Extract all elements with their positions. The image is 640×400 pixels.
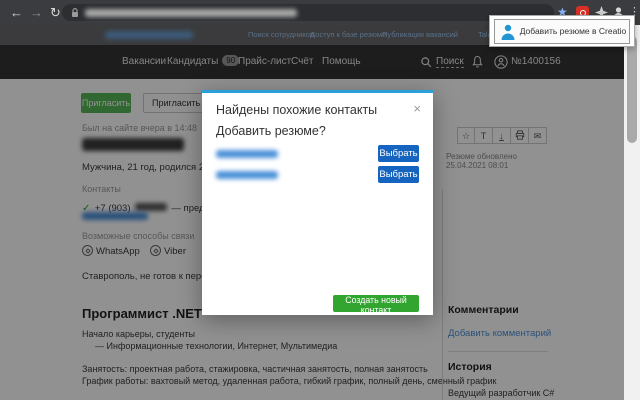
address-bar[interactable] bbox=[62, 4, 554, 21]
contact-link-redacted[interactable] bbox=[216, 171, 278, 179]
create-new-contact-button[interactable]: Создать новый контакт bbox=[333, 295, 419, 315]
modal-question: Добавить резюме? bbox=[216, 124, 326, 138]
scrollbar-thumb[interactable] bbox=[627, 36, 637, 143]
refresh-icon[interactable]: ↻ bbox=[50, 0, 61, 25]
contact-link-redacted[interactable] bbox=[216, 150, 278, 158]
url-text-redacted bbox=[85, 9, 297, 17]
close-icon[interactable]: × bbox=[413, 101, 421, 116]
back-icon[interactable]: ← bbox=[10, 0, 23, 25]
choose-contact-button[interactable]: Выбрать bbox=[378, 145, 419, 162]
similar-contacts-modal: Найдены похожие контакты × Добавить резю… bbox=[202, 90, 433, 315]
forward-icon[interactable]: → bbox=[30, 0, 43, 25]
add-resume-to-creatio-button[interactable]: Добавить резюме в Creatio bbox=[494, 19, 630, 44]
creatio-extension-popup: Добавить резюме в Creatio bbox=[489, 15, 635, 47]
scrollbar[interactable]: ▲ bbox=[624, 25, 640, 400]
person-icon bbox=[501, 24, 515, 40]
popup-label: Добавить резюме в Creatio bbox=[519, 26, 627, 37]
modal-title: Найдены похожие контакты bbox=[216, 103, 378, 117]
choose-contact-button[interactable]: Выбрать bbox=[378, 166, 419, 183]
lock-icon bbox=[72, 8, 78, 17]
